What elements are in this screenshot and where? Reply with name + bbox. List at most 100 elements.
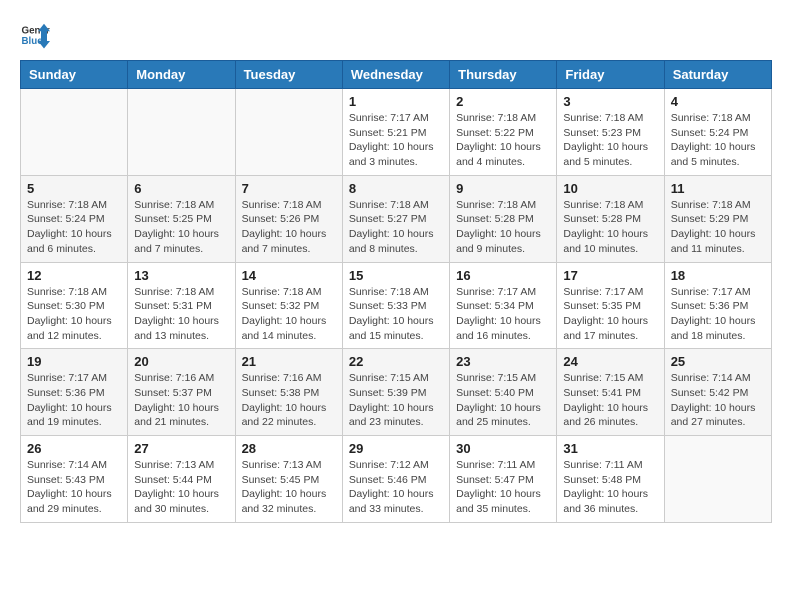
day-number: 9 (456, 181, 550, 196)
calendar-cell: 5 Sunrise: 7:18 AMSunset: 5:24 PMDaylight… (21, 175, 128, 262)
calendar-cell: 17 Sunrise: 7:17 AMSunset: 5:35 PMDayligh… (557, 262, 664, 349)
day-number: 4 (671, 94, 765, 109)
day-info: Sunrise: 7:15 AMSunset: 5:40 PMDaylight:… (456, 371, 550, 430)
day-number: 14 (242, 268, 336, 283)
day-number: 24 (563, 354, 657, 369)
calendar-cell (128, 89, 235, 176)
day-number: 11 (671, 181, 765, 196)
day-info: Sunrise: 7:18 AMSunset: 5:31 PMDaylight:… (134, 285, 228, 344)
day-info: Sunrise: 7:16 AMSunset: 5:38 PMDaylight:… (242, 371, 336, 430)
day-info: Sunrise: 7:14 AMSunset: 5:42 PMDaylight:… (671, 371, 765, 430)
day-info: Sunrise: 7:18 AMSunset: 5:30 PMDaylight:… (27, 285, 121, 344)
day-info: Sunrise: 7:17 AMSunset: 5:36 PMDaylight:… (671, 285, 765, 344)
calendar-cell: 22 Sunrise: 7:15 AMSunset: 5:39 PMDayligh… (342, 349, 449, 436)
calendar-cell: 13 Sunrise: 7:18 AMSunset: 5:31 PMDayligh… (128, 262, 235, 349)
day-info: Sunrise: 7:14 AMSunset: 5:43 PMDaylight:… (27, 458, 121, 517)
day-number: 18 (671, 268, 765, 283)
day-number: 10 (563, 181, 657, 196)
calendar-week-row: 5 Sunrise: 7:18 AMSunset: 5:24 PMDaylight… (21, 175, 772, 262)
page-header: General Blue (20, 20, 772, 50)
day-number: 6 (134, 181, 228, 196)
calendar-cell: 11Sunrise: 7:18 AMSunset: 5:29 PMDayligh… (664, 175, 771, 262)
day-info: Sunrise: 7:18 AMSunset: 5:24 PMDaylight:… (27, 198, 121, 257)
calendar-cell: 16 Sunrise: 7:17 AMSunset: 5:34 PMDayligh… (450, 262, 557, 349)
day-number: 2 (456, 94, 550, 109)
calendar-cell: 19 Sunrise: 7:17 AMSunset: 5:36 PMDayligh… (21, 349, 128, 436)
day-info: Sunrise: 7:18 AMSunset: 5:33 PMDaylight:… (349, 285, 443, 344)
day-info: Sunrise: 7:17 AMSunset: 5:34 PMDaylight:… (456, 285, 550, 344)
day-info: Sunrise: 7:18 AMSunset: 5:23 PMDaylight:… (563, 111, 657, 170)
day-number: 29 (349, 441, 443, 456)
calendar-cell: 24 Sunrise: 7:15 AMSunset: 5:41 PMDayligh… (557, 349, 664, 436)
day-number: 13 (134, 268, 228, 283)
day-info: Sunrise: 7:17 AMSunset: 5:21 PMDaylight:… (349, 111, 443, 170)
weekday-header-sunday: Sunday (21, 61, 128, 89)
day-number: 22 (349, 354, 443, 369)
day-info: Sunrise: 7:18 AMSunset: 5:32 PMDaylight:… (242, 285, 336, 344)
day-number: 8 (349, 181, 443, 196)
day-number: 25 (671, 354, 765, 369)
calendar-cell (235, 89, 342, 176)
day-number: 28 (242, 441, 336, 456)
day-number: 12 (27, 268, 121, 283)
weekday-header-tuesday: Tuesday (235, 61, 342, 89)
day-number: 20 (134, 354, 228, 369)
calendar-cell: 25 Sunrise: 7:14 AMSunset: 5:42 PMDayligh… (664, 349, 771, 436)
weekday-header-thursday: Thursday (450, 61, 557, 89)
calendar-cell: 30 Sunrise: 7:11 AMSunset: 5:47 PMDayligh… (450, 436, 557, 523)
day-number: 26 (27, 441, 121, 456)
day-info: Sunrise: 7:18 AMSunset: 5:28 PMDaylight:… (456, 198, 550, 257)
calendar-week-row: 26 Sunrise: 7:14 AMSunset: 5:43 PMDayligh… (21, 436, 772, 523)
day-info: Sunrise: 7:15 AMSunset: 5:41 PMDaylight:… (563, 371, 657, 430)
calendar-cell: 27Sunrise: 7:13 AMSunset: 5:44 PMDayligh… (128, 436, 235, 523)
day-info: Sunrise: 7:12 AMSunset: 5:46 PMDaylight:… (349, 458, 443, 517)
weekday-header-row: SundayMondayTuesdayWednesdayThursdayFrid… (21, 61, 772, 89)
calendar-cell (21, 89, 128, 176)
day-info: Sunrise: 7:16 AMSunset: 5:37 PMDaylight:… (134, 371, 228, 430)
weekday-header-saturday: Saturday (664, 61, 771, 89)
day-info: Sunrise: 7:15 AMSunset: 5:39 PMDaylight:… (349, 371, 443, 430)
weekday-header-friday: Friday (557, 61, 664, 89)
calendar-cell: 4 Sunrise: 7:18 AMSunset: 5:24 PMDaylight… (664, 89, 771, 176)
calendar-cell: 7 Sunrise: 7:18 AMSunset: 5:26 PMDaylight… (235, 175, 342, 262)
calendar-table: SundayMondayTuesdayWednesdayThursdayFrid… (20, 60, 772, 523)
day-info: Sunrise: 7:18 AMSunset: 5:24 PMDaylight:… (671, 111, 765, 170)
calendar-cell: 14 Sunrise: 7:18 AMSunset: 5:32 PMDayligh… (235, 262, 342, 349)
day-info: Sunrise: 7:17 AMSunset: 5:35 PMDaylight:… (563, 285, 657, 344)
day-number: 16 (456, 268, 550, 283)
calendar-cell: 29 Sunrise: 7:12 AMSunset: 5:46 PMDayligh… (342, 436, 449, 523)
day-number: 21 (242, 354, 336, 369)
day-number: 23 (456, 354, 550, 369)
day-number: 7 (242, 181, 336, 196)
day-info: Sunrise: 7:11 AMSunset: 5:47 PMDaylight:… (456, 458, 550, 517)
logo-icon: General Blue (20, 20, 50, 50)
day-number: 15 (349, 268, 443, 283)
calendar-cell: 23 Sunrise: 7:15 AMSunset: 5:40 PMDayligh… (450, 349, 557, 436)
day-info: Sunrise: 7:17 AMSunset: 5:36 PMDaylight:… (27, 371, 121, 430)
day-number: 30 (456, 441, 550, 456)
day-number: 17 (563, 268, 657, 283)
day-info: Sunrise: 7:18 AMSunset: 5:27 PMDaylight:… (349, 198, 443, 257)
calendar-cell: 9 Sunrise: 7:18 AMSunset: 5:28 PMDaylight… (450, 175, 557, 262)
day-number: 19 (27, 354, 121, 369)
day-number: 1 (349, 94, 443, 109)
day-number: 27 (134, 441, 228, 456)
day-number: 3 (563, 94, 657, 109)
calendar-cell: 3 Sunrise: 7:18 AMSunset: 5:23 PMDaylight… (557, 89, 664, 176)
calendar-week-row: 1 Sunrise: 7:17 AMSunset: 5:21 PMDaylight… (21, 89, 772, 176)
calendar-cell: 12 Sunrise: 7:18 AMSunset: 5:30 PMDayligh… (21, 262, 128, 349)
calendar-cell (664, 436, 771, 523)
calendar-cell: 10Sunrise: 7:18 AMSunset: 5:28 PMDayligh… (557, 175, 664, 262)
calendar-cell: 1 Sunrise: 7:17 AMSunset: 5:21 PMDaylight… (342, 89, 449, 176)
logo: General Blue (20, 20, 50, 50)
calendar-cell: 15 Sunrise: 7:18 AMSunset: 5:33 PMDayligh… (342, 262, 449, 349)
calendar-cell: 31Sunrise: 7:11 AMSunset: 5:48 PMDayligh… (557, 436, 664, 523)
calendar-week-row: 12 Sunrise: 7:18 AMSunset: 5:30 PMDayligh… (21, 262, 772, 349)
calendar-cell: 28Sunrise: 7:13 AMSunset: 5:45 PMDayligh… (235, 436, 342, 523)
calendar-week-row: 19 Sunrise: 7:17 AMSunset: 5:36 PMDayligh… (21, 349, 772, 436)
day-info: Sunrise: 7:18 AMSunset: 5:22 PMDaylight:… (456, 111, 550, 170)
calendar-cell: 6Sunrise: 7:18 AMSunset: 5:25 PMDaylight… (128, 175, 235, 262)
day-info: Sunrise: 7:18 AMSunset: 5:26 PMDaylight:… (242, 198, 336, 257)
weekday-header-wednesday: Wednesday (342, 61, 449, 89)
day-number: 5 (27, 181, 121, 196)
